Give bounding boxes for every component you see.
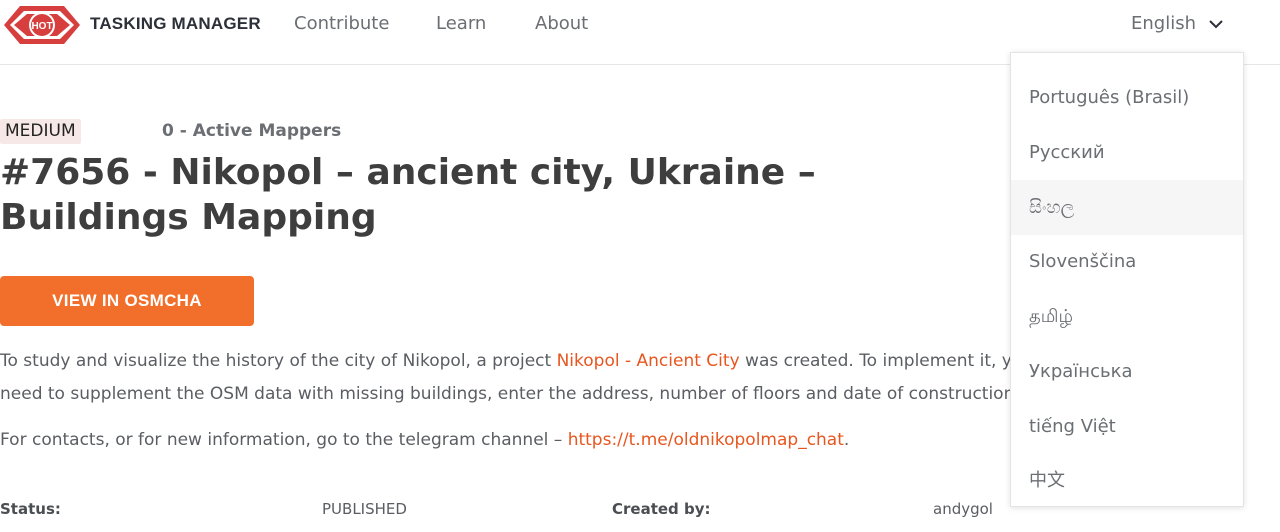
brand-name[interactable]: TASKING MANAGER <box>90 14 261 34</box>
language-selector[interactable]: English <box>1131 13 1224 34</box>
status-label: Status: <box>0 500 61 518</box>
nikopol-project-link[interactable]: Nikopol - Ancient City <box>557 351 740 371</box>
created-by-label: Created by: <box>612 500 711 518</box>
description-line-1: To study and visualize the history of th… <box>0 345 1010 378</box>
nav-contribute[interactable]: Contribute <box>294 13 389 34</box>
telegram-link[interactable]: https://t.me/oldnikopolmap_chat <box>568 430 844 450</box>
language-selector-label: English <box>1131 13 1196 34</box>
created-by-value: andygol <box>933 500 993 518</box>
hot-logo[interactable]: HOT <box>2 0 82 50</box>
language-option[interactable]: සිංහල <box>1011 180 1243 235</box>
status-value: PUBLISHED <box>322 500 407 518</box>
nav-about[interactable]: About <box>535 13 588 34</box>
language-option[interactable]: tiếng Việt <box>1011 399 1243 454</box>
chevron-down-icon <box>1209 19 1223 28</box>
contacts-paragraph: For contacts, or for new information, go… <box>0 430 849 450</box>
view-in-osmcha-button[interactable]: VIEW IN OSMCHA <box>0 276 254 326</box>
description-text: was created. To implement it, yo <box>739 351 1010 371</box>
language-dropdown-menu: Português (Brasil) Русский සිංහල Slovenš… <box>1010 52 1244 507</box>
difficulty-badge: MEDIUM <box>0 119 81 144</box>
language-option[interactable]: 中文 <box>1011 453 1243 508</box>
language-option[interactable]: Português (Brasil) <box>1011 70 1243 125</box>
language-option[interactable]: Українська <box>1011 344 1243 399</box>
language-option[interactable]: Slovenščina <box>1011 234 1243 289</box>
project-title: #7656 - Nikopol – ancient city, Ukraine … <box>0 152 816 238</box>
contacts-end: . <box>843 430 850 450</box>
nav-learn[interactable]: Learn <box>436 13 486 34</box>
language-option[interactable]: Русский <box>1011 125 1243 180</box>
language-option[interactable]: தமிழ் <box>1011 289 1243 344</box>
contacts-text: For contacts, or for new information, go… <box>0 430 568 450</box>
project-description: To study and visualize the history of th… <box>0 345 1010 411</box>
description-text: To study and visualize the history of th… <box>0 351 557 371</box>
description-line-2: need to supplement the OSM data with mis… <box>0 384 1010 404</box>
active-mappers-count: 0 - Active Mappers <box>162 121 342 141</box>
logo-text: HOT <box>31 21 52 32</box>
